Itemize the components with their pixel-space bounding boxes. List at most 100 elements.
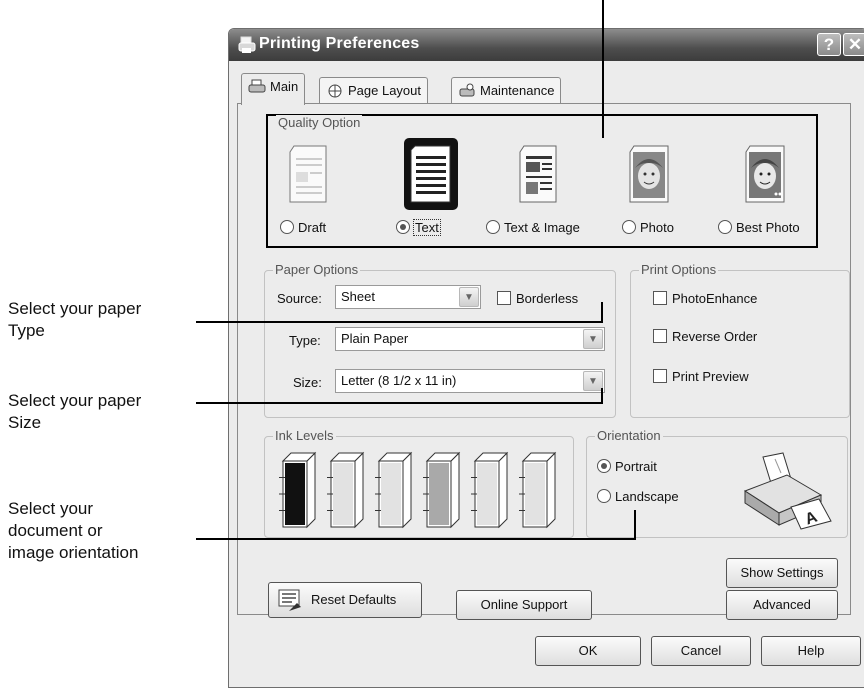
text-image-label: Text & Image bbox=[504, 220, 580, 235]
print-options-group: Print Options PhotoEnhance Reverse Order… bbox=[630, 262, 850, 418]
printing-preferences-dialog: Printing Preferences ? ✕ Main Page Layou… bbox=[228, 28, 864, 688]
quality-option-group: Quality Option Draft Text Text & Image P… bbox=[266, 114, 818, 248]
ink-cartridge bbox=[327, 451, 365, 529]
tab-maintenance[interactable]: Maintenance bbox=[451, 77, 562, 103]
callout-paper-type: Select your paper Type bbox=[8, 299, 142, 340]
paper-options-legend: Paper Options bbox=[273, 262, 361, 277]
tab-main-label: Main bbox=[270, 79, 299, 94]
reset-defaults-label: Reset Defaults bbox=[311, 592, 397, 607]
orientation-legend: Orientation bbox=[595, 428, 663, 443]
leader-line-orientation bbox=[196, 538, 636, 540]
text-image-page-icon bbox=[519, 145, 557, 203]
ok-button[interactable]: OK bbox=[535, 636, 641, 666]
photo-enhance-label: PhotoEnhance bbox=[672, 291, 758, 306]
photo-page-icon bbox=[629, 145, 669, 203]
portrait-radio[interactable] bbox=[597, 459, 611, 473]
advanced-button[interactable]: Advanced bbox=[726, 590, 838, 620]
leader-line-quality bbox=[602, 0, 604, 138]
type-select[interactable]: Plain Paper ▼ bbox=[335, 327, 605, 351]
draft-label: Draft bbox=[298, 220, 327, 235]
ink-level-fill bbox=[477, 463, 497, 525]
chevron-down-icon[interactable]: ▼ bbox=[583, 371, 603, 391]
size-label: Size: bbox=[293, 375, 322, 390]
text-image-radio[interactable] bbox=[486, 220, 500, 234]
tab-page-layout-label: Page Layout bbox=[348, 83, 422, 98]
landscape-radio[interactable] bbox=[597, 489, 611, 503]
help-button[interactable]: Help bbox=[761, 636, 861, 666]
photo-label: Photo bbox=[640, 220, 674, 235]
borderless-label: Borderless bbox=[516, 291, 579, 306]
portrait-option[interactable]: Portrait bbox=[597, 459, 657, 474]
quality-option-legend: Quality Option bbox=[276, 115, 363, 130]
photo-enhance-box[interactable] bbox=[653, 291, 667, 305]
leader-line-size bbox=[196, 402, 602, 404]
print-preview-checkbox[interactable]: Print Preview bbox=[653, 369, 749, 384]
borderless-checkbox[interactable]: Borderless bbox=[497, 291, 578, 306]
ink-cartridge bbox=[519, 451, 557, 529]
best-photo-page-icon bbox=[745, 145, 785, 203]
ink-cartridge bbox=[423, 451, 461, 529]
reverse-order-box[interactable] bbox=[653, 329, 667, 343]
ink-cartridge bbox=[375, 451, 413, 529]
paper-options-group: Paper Options Source: Sheet ▼ Borderless… bbox=[264, 262, 616, 418]
leader-line-type-drop bbox=[601, 302, 603, 323]
text-radio[interactable] bbox=[396, 220, 410, 234]
draft-page-icon bbox=[289, 145, 327, 203]
draft-radio[interactable] bbox=[280, 220, 294, 234]
ink-level-fill bbox=[285, 463, 305, 525]
tab-page-layout[interactable]: Page Layout bbox=[319, 77, 429, 103]
title-bar[interactable]: Printing Preferences ? ✕ bbox=[229, 29, 864, 61]
source-select[interactable]: Sheet ▼ bbox=[335, 285, 481, 309]
leader-line-size-drop bbox=[601, 388, 603, 404]
orientation-group: Orientation Portrait Landscape A bbox=[586, 428, 848, 538]
best-photo-radio[interactable] bbox=[718, 220, 732, 234]
printer-app-icon bbox=[238, 36, 256, 53]
ink-level-fill bbox=[381, 463, 401, 525]
ink-cartridge bbox=[471, 451, 509, 529]
leader-line-orientation-drop bbox=[634, 510, 636, 540]
best-photo-label: Best Photo bbox=[736, 220, 800, 235]
ink-cartridge bbox=[279, 451, 317, 529]
reverse-order-checkbox[interactable]: Reverse Order bbox=[653, 329, 757, 344]
printer-orientation-icon: A bbox=[743, 452, 832, 530]
ink-level-fill bbox=[333, 463, 353, 525]
size-value: Letter (8 1/2 x 11 in) bbox=[341, 373, 457, 388]
reset-defaults-icon bbox=[278, 589, 301, 611]
ink-level-fill bbox=[429, 463, 449, 525]
tab-main[interactable]: Main bbox=[241, 73, 306, 105]
chevron-down-icon[interactable]: ▼ bbox=[583, 329, 603, 349]
text-label: Text bbox=[413, 219, 441, 236]
size-select[interactable]: Letter (8 1/2 x 11 in) ▼ bbox=[335, 369, 605, 393]
printer-tab-icon bbox=[248, 79, 266, 93]
ink-levels-legend: Ink Levels bbox=[273, 428, 336, 443]
show-settings-button[interactable]: Show Settings bbox=[726, 558, 838, 588]
print-options-legend: Print Options bbox=[639, 262, 719, 277]
help-title-button[interactable]: ? bbox=[817, 33, 841, 56]
borderless-box[interactable] bbox=[497, 291, 511, 305]
type-value: Plain Paper bbox=[341, 331, 409, 346]
cancel-button[interactable]: Cancel bbox=[651, 636, 751, 666]
source-value: Sheet bbox=[341, 289, 375, 304]
photo-radio[interactable] bbox=[622, 220, 636, 234]
ink-levels-group: Ink Levels bbox=[264, 428, 574, 538]
reverse-order-label: Reverse Order bbox=[672, 329, 758, 344]
text-page-icon bbox=[404, 138, 458, 210]
callout-orientation: Select your document or image orientatio… bbox=[8, 499, 139, 562]
leader-line-type bbox=[196, 321, 602, 323]
photo-enhance-checkbox[interactable]: PhotoEnhance bbox=[653, 291, 757, 306]
maintenance-icon bbox=[459, 83, 475, 97]
page-layout-icon bbox=[328, 84, 342, 98]
portrait-label: Portrait bbox=[615, 459, 657, 474]
landscape-option[interactable]: Landscape bbox=[597, 489, 679, 504]
callout-paper-size: Select your paper Size bbox=[8, 391, 142, 432]
chevron-down-icon[interactable]: ▼ bbox=[459, 287, 479, 307]
close-button[interactable]: ✕ bbox=[843, 33, 864, 56]
type-label: Type: bbox=[289, 333, 321, 348]
tab-maintenance-label: Maintenance bbox=[480, 83, 555, 98]
print-preview-box[interactable] bbox=[653, 369, 667, 383]
print-preview-label: Print Preview bbox=[672, 369, 749, 384]
online-support-button[interactable]: Online Support bbox=[456, 590, 592, 620]
window-title: Printing Preferences bbox=[259, 35, 420, 52]
landscape-label: Landscape bbox=[615, 489, 679, 504]
reset-defaults-button[interactable]: Reset Defaults bbox=[268, 582, 422, 618]
